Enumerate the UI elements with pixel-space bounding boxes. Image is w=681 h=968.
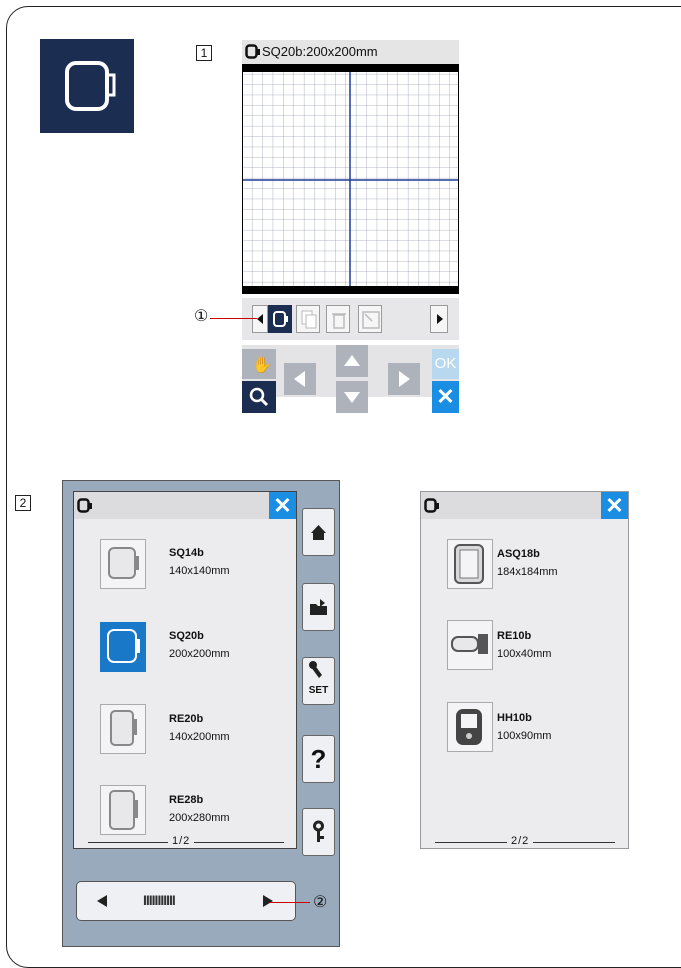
help-icon: ? [310,744,327,774]
svg-text:✋: ✋ [252,355,272,374]
list-header: ✕ [421,492,628,519]
resize-icon [362,311,380,329]
folder-icon [310,599,327,615]
screen-title: SQ20b:200x200mm [262,44,378,59]
hoop-icon [424,498,439,513]
delete-button[interactable] [326,305,350,333]
hoop-item-re20b[interactable] [100,704,146,754]
hoop-item-re10b[interactable] [447,620,493,670]
arrow-down-button[interactable] [336,381,368,413]
set-label: SET [308,685,329,696]
help-button[interactable]: ? [302,735,335,783]
next-page-button[interactable] [255,882,285,920]
page-indicator: 2/2 [507,835,534,847]
page-nav-bar: IIIIIIIIIII [76,881,296,921]
hoop-list-page-1: ✕ SQ14b 140x140mm SQ20b 200x200mm RE20b 140… [73,491,297,849]
callout-1-line [210,318,257,319]
hoop-item-sq14b[interactable] [100,539,146,589]
copy-icon [301,310,317,329]
hoop-icon [273,311,288,327]
hoop-item-label: ASQ18b 184x184mm [497,548,558,578]
prev-page-button[interactable] [85,882,115,920]
trash-icon [332,313,346,329]
scroll-left-button[interactable] [252,305,268,333]
page-indicator: 1/2 [168,835,195,847]
hoop-rect-large-icon [109,790,138,830]
hoop-item-label: SQ14b 140x140mm [169,547,230,577]
zoom-button[interactable] [242,381,276,413]
hoop-item-label: HH10b 100x90mm [497,712,552,742]
settings-button[interactable]: SET [302,657,335,705]
control-panel: ✋ OK ✕ [242,345,459,413]
hoop-icon [245,44,260,59]
step-number-1: 1 [196,45,212,61]
callout-2-line [270,902,310,903]
arrow-up-button[interactable] [336,345,368,377]
hoop-small-icon [451,634,488,654]
hand-icon: ✋ [252,355,272,374]
hoop-item-hh10b[interactable] [447,702,493,752]
wrench-icon [309,661,322,678]
hoop-item-asq18b[interactable] [447,539,493,589]
resize-button[interactable] [358,305,382,333]
arrow-left-button[interactable] [284,363,316,395]
callout-1: ① [194,308,209,325]
zoom-in-icon [249,387,269,407]
hoop-icon [77,498,92,513]
hoop-item-label: RE20b 140x200mm [169,713,230,743]
close-button[interactable]: ✕ [601,492,628,519]
step-number-2: 2 [15,495,31,511]
home-button[interactable] [302,508,335,556]
hoop-item-re28b[interactable] [100,785,146,835]
copy-button[interactable] [296,305,320,333]
callout-2: ② [313,894,328,911]
hoop-hh-icon [456,709,482,745]
hand-button[interactable]: ✋ [242,349,276,379]
hoop-square-icon [108,547,139,579]
hoop-asq-icon [454,544,484,584]
hoop-square-selected-icon [107,629,140,663]
hoop-item-label: RE28b 200x280mm [169,794,230,824]
hoop-select-icon [40,39,134,133]
home-icon [311,525,326,540]
scroll-indicator: IIIIIIIIIII [143,892,176,908]
ok-button[interactable]: OK [432,349,459,379]
toolbar [242,298,459,340]
hoop-item-sq20b[interactable] [100,622,146,672]
key-icon [313,820,324,842]
close-button[interactable]: ✕ [269,492,296,519]
hoop-list-page-2: ✕ ASQ18b 184x184mm RE10b 100x40mm HH10b 100… [420,491,629,849]
open-file-button[interactable] [302,583,335,631]
list-header: ✕ [74,492,296,519]
cancel-button[interactable]: ✕ [432,381,459,413]
scroll-right-button[interactable] [430,305,448,333]
hoop-grid-area [242,64,459,294]
hoop-item-label: SQ20b 200x200mm [169,630,230,660]
hoop-item-label: RE10b 100x40mm [497,630,552,660]
screen-title-bar: SQ20b:200x200mm [242,40,459,64]
hoop-rect-icon [110,710,137,746]
arrow-right-button[interactable] [388,363,420,395]
hoop-button[interactable] [268,305,292,333]
key-button[interactable] [302,808,335,856]
